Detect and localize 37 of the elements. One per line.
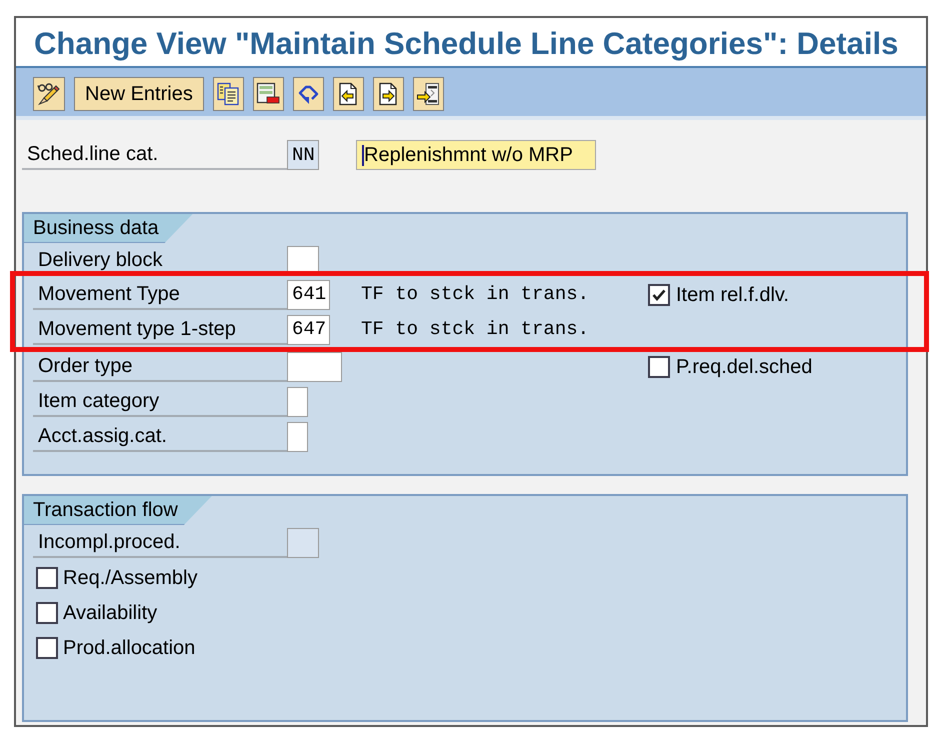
toolbar-button[interactable] — [372, 77, 404, 111]
toolbar-button[interactable] — [332, 77, 364, 111]
group-title: Business data — [24, 214, 193, 243]
checkbox-label: Availability — [63, 600, 158, 626]
checkbox[interactable] — [648, 356, 670, 378]
page-title: Change View "Maintain Schedule Line Categories": Details — [34, 28, 898, 59]
checkbox[interactable] — [36, 602, 58, 624]
glasses-pencil-icon — [37, 82, 61, 106]
input-field[interactable] — [287, 386, 308, 416]
checkbox-label: Prod.allocation — [63, 636, 196, 660]
group-title: Transaction flow — [24, 496, 212, 525]
input-field[interactable] — [287, 528, 319, 558]
checkbox[interactable] — [36, 636, 58, 658]
checkbox-label: Req./Assembly — [63, 566, 198, 590]
text-cursor-icon — [362, 144, 364, 166]
input-field[interactable]: NN — [287, 140, 319, 170]
copy-pages-icon — [216, 82, 240, 106]
input-field[interactable] — [287, 352, 342, 382]
input-field[interactable]: Replenishmnt w/o MRP — [356, 140, 596, 170]
toolbar-button[interactable] — [252, 77, 284, 111]
checkbox[interactable] — [648, 284, 670, 306]
checkbox-label: Item rel.f.dlv. — [676, 282, 789, 308]
input-field[interactable]: 641 — [287, 280, 330, 310]
toolbar-button[interactable]: New Entries — [74, 77, 204, 111]
checkbox[interactable] — [36, 566, 58, 588]
field-label: Sched.line cat. — [22, 140, 287, 170]
input-field[interactable]: 647 — [287, 314, 330, 344]
form-minus-icon — [256, 82, 280, 106]
field-description: TF to stck in trans. — [361, 282, 590, 308]
toolbar-button[interactable] — [412, 77, 444, 111]
checkmark-icon — [652, 288, 666, 300]
toolbar-button[interactable] — [33, 77, 65, 111]
list-arrow-icon — [416, 82, 440, 106]
input-field[interactable] — [287, 422, 308, 452]
toolbar-button[interactable] — [212, 77, 244, 111]
field-description: TF to stck in trans. — [361, 317, 590, 342]
checkbox-label: P.req.del.sched — [676, 354, 812, 380]
